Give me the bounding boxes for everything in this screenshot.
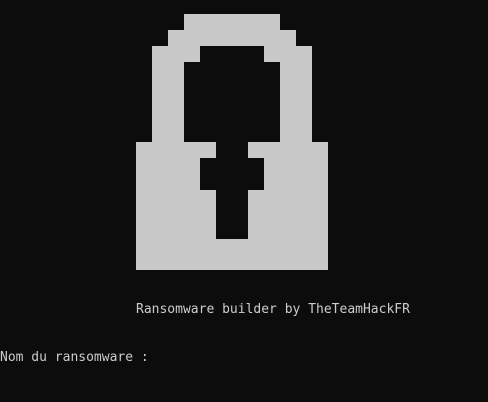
banner-text: Ransomware builder by TheTeamHackFR xyxy=(136,302,410,317)
padlock-icon xyxy=(136,14,328,270)
prompt-label: Nom du ransomware : xyxy=(0,350,149,365)
prompt-line: Nom du ransomware : xyxy=(0,350,457,366)
console-window[interactable]: Ransomware builder by TheTeamHackFR Nom … xyxy=(0,0,488,402)
ransomware-name-input[interactable] xyxy=(157,350,457,366)
